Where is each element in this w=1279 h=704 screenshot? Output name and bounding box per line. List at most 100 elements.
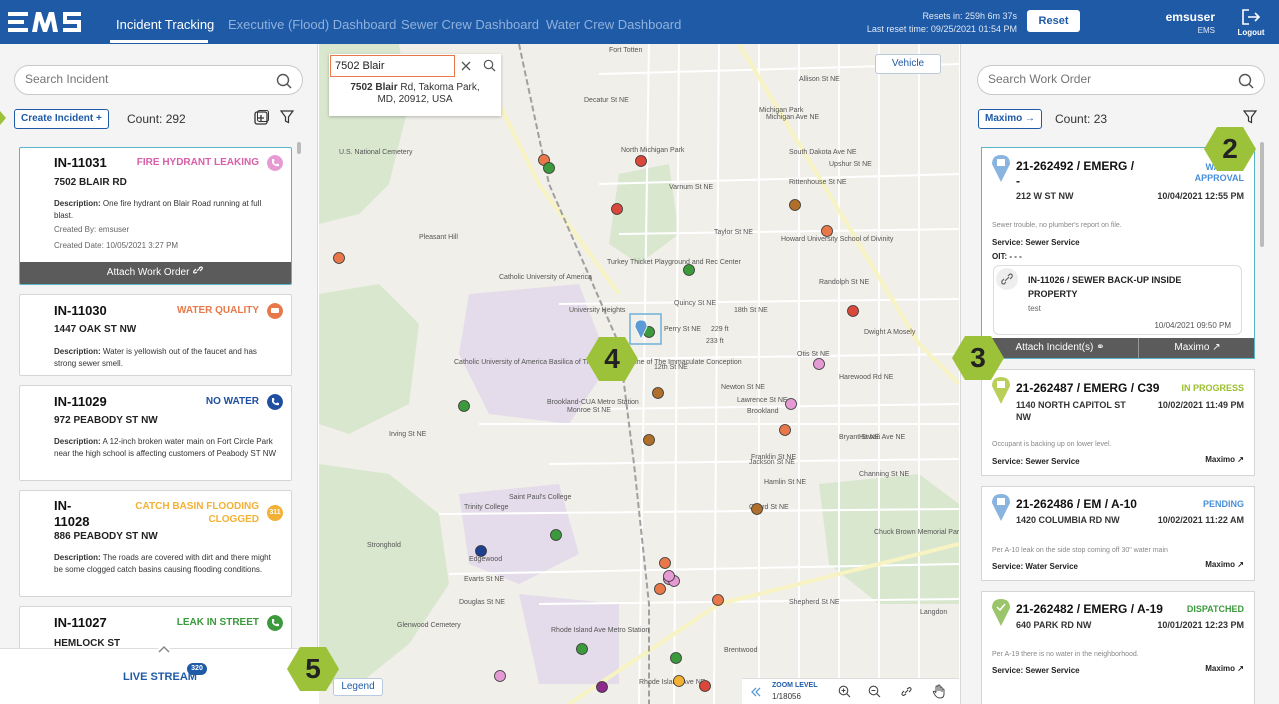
linked-incident-card[interactable]: IN-11026 / SEWER BACK-UP INSIDE PROPERTY… (993, 265, 1242, 335)
map-search-input-box[interactable]: 7502 Blair (330, 55, 455, 77)
scrollbar[interactable] (1260, 142, 1264, 247)
work-order-card[interactable]: 21-262492 / EMERG /- WAITINGAPPROVAL 212… (981, 147, 1255, 359)
chevron-up-icon[interactable] (152, 641, 176, 657)
work-order-card[interactable]: 21-262482 / EMERG / A-19 DISPATCHED 640 … (981, 591, 1255, 704)
major-road (487, 83, 621, 296)
incident-map-marker[interactable] (813, 358, 825, 370)
incident-map-marker[interactable] (550, 529, 562, 541)
work-order-address: 640 PARK RD NW (1016, 620, 1092, 630)
search-icon[interactable] (1238, 73, 1254, 89)
tab-sewer-crew-dashboard[interactable]: Sewer Crew Dashboard (401, 17, 539, 32)
incident-card[interactable]: IN-11030 WATER QUALITY 1447 OAK ST NW De… (19, 294, 292, 376)
incident-map-marker[interactable] (785, 398, 797, 410)
incident-address: HEMLOCK ST (54, 638, 121, 648)
incident-map-marker[interactable] (673, 675, 685, 687)
maximo-link[interactable]: Maximo ↗ (1205, 455, 1244, 464)
logout-button[interactable]: Logout (1236, 8, 1266, 37)
maximo-link[interactable]: Maximo ↗ (1205, 560, 1244, 569)
user-info: emsuser EMS (1166, 10, 1215, 35)
zoom-out-icon[interactable] (868, 685, 881, 698)
incident-card[interactable]: IN-11029 NO WATER 972 PEABODY ST NW Desc… (19, 385, 292, 481)
link-icon[interactable] (900, 685, 913, 698)
incident-map-marker[interactable] (663, 570, 675, 582)
incident-map-marker[interactable] (596, 681, 608, 693)
map-search-suggestion[interactable]: 7502 Blair Rd, Takoma Park, MD, 20912, U… (329, 82, 501, 106)
work-order-card[interactable]: 21-262487 / EMERG / C39 IN PROGRESS 1140… (981, 369, 1255, 476)
incident-card[interactable]: IN- 11028 CATCH BASIN FLOODING CLOGGED 311… (19, 490, 292, 597)
incident-map-marker[interactable] (458, 400, 470, 412)
incident-search-input[interactable] (25, 72, 245, 86)
incident-map-marker[interactable] (821, 225, 833, 237)
incident-map-marker[interactable] (751, 503, 763, 515)
maximo-link[interactable]: Maximo ↗ (1205, 664, 1244, 673)
incident-map-marker[interactable] (789, 199, 801, 211)
incident-map-marker[interactable] (576, 643, 588, 655)
tab-water-crew-dashboard[interactable]: Water Crew Dashboard (546, 17, 681, 32)
map-label: Randolph St NE (819, 279, 870, 286)
search-icon[interactable] (483, 59, 496, 72)
incident-map-marker[interactable] (654, 583, 666, 595)
legend-button[interactable]: Legend (333, 678, 383, 696)
incident-map-marker[interactable] (847, 305, 859, 317)
work-order-title: 21-262492 / EMERG / - (1016, 159, 1134, 189)
map-label: Michigan Park (759, 107, 804, 114)
vehicle-button[interactable]: Vehicle (875, 54, 941, 74)
pan-hand-icon[interactable] (932, 684, 946, 699)
clear-icon[interactable] (460, 60, 472, 72)
incident-card[interactable]: IN-11031 FIRE HYDRANT LEAKING 7502 BLAIR… (19, 147, 292, 285)
incident-map-marker[interactable] (494, 670, 506, 682)
filter-icon[interactable] (280, 110, 294, 124)
panel-marker (0, 111, 6, 125)
incident-map-marker[interactable] (635, 155, 647, 167)
work-order-card[interactable]: 21-262486 / EM / A-10 PENDING 1420 COLUM… (981, 486, 1255, 581)
work-order-search-input[interactable] (988, 72, 1208, 86)
reset-button[interactable]: Reset (1027, 10, 1080, 32)
add-box-icon[interactable] (253, 110, 269, 126)
incident-map-marker[interactable] (699, 680, 711, 692)
attach-incidents-button[interactable]: Attach Incident(s) ⚭ (982, 338, 1139, 358)
search-icon[interactable] (276, 73, 292, 89)
callout-badge-label: 3 (970, 342, 986, 373)
collapse-left-icon[interactable] (750, 686, 762, 698)
incident-map-marker[interactable] (779, 424, 791, 436)
resets-in-text: Resets in: 259h 6m 37s (922, 11, 1017, 21)
incident-map-marker[interactable] (683, 264, 695, 276)
incident-map-marker[interactable] (659, 557, 671, 569)
tab-executive-dashboard[interactable]: Executive (Flood) Dashboard (228, 17, 396, 32)
incident-map-marker[interactable] (543, 162, 555, 174)
incident-map-marker[interactable] (712, 594, 724, 606)
map-canvas[interactable]: U.S. National Cemetery North Michigan Par… (319, 44, 959, 704)
incident-map-marker[interactable] (670, 652, 682, 664)
filter-icon[interactable] (1243, 110, 1257, 124)
reset-info: Resets in: 259h 6m 37s Last reset time: … (867, 10, 1017, 36)
map-label: Turkey Thicket Playground and Rec Center (607, 259, 742, 266)
callout-badge-5: 5 (287, 647, 339, 691)
maximo-link-button[interactable]: Maximo ↗ (1139, 338, 1254, 358)
create-incident-button[interactable]: Create Incident + (14, 109, 109, 129)
desc-label: Description: (54, 553, 101, 562)
tab-incident-tracking[interactable]: Incident Tracking (116, 17, 214, 32)
attach-work-order-button[interactable]: Attach Work Order (20, 262, 291, 284)
incident-map-marker[interactable] (333, 252, 345, 264)
created-date: Created Date: 10/05/2021 3:27 PM (54, 241, 179, 250)
incident-map-marker[interactable] (643, 434, 655, 446)
maximo-button[interactable]: Maximo → (978, 109, 1043, 129)
scrollbar[interactable] (297, 142, 301, 154)
zoom-in-icon[interactable] (838, 685, 851, 698)
active-tab-indicator (110, 40, 208, 43)
incident-map-marker[interactable] (652, 387, 664, 399)
incident-map-marker[interactable] (611, 203, 623, 215)
incident-id: IN-11031 (54, 155, 107, 170)
map-label: Stronghold (367, 542, 401, 549)
map-search-input[interactable]: 7502 Blair (335, 60, 385, 72)
work-order-service: Service: Sewer Service (992, 666, 1080, 675)
map-view[interactable]: U.S. National Cemetery North Michigan Par… (319, 44, 959, 704)
work-order-search[interactable] (977, 65, 1265, 95)
map-label: Hamlin St NE (764, 479, 806, 486)
live-stream-bar[interactable]: LIVE STREAM 320 (0, 645, 318, 704)
incident-search[interactable] (14, 65, 303, 95)
work-order-address: 1140 NORTH CAPITOL ST NW (1016, 400, 1126, 422)
callout-badge-label: 2 (1222, 133, 1238, 164)
live-stream-label[interactable]: LIVE STREAM (123, 671, 197, 683)
incident-map-marker[interactable] (475, 545, 487, 557)
